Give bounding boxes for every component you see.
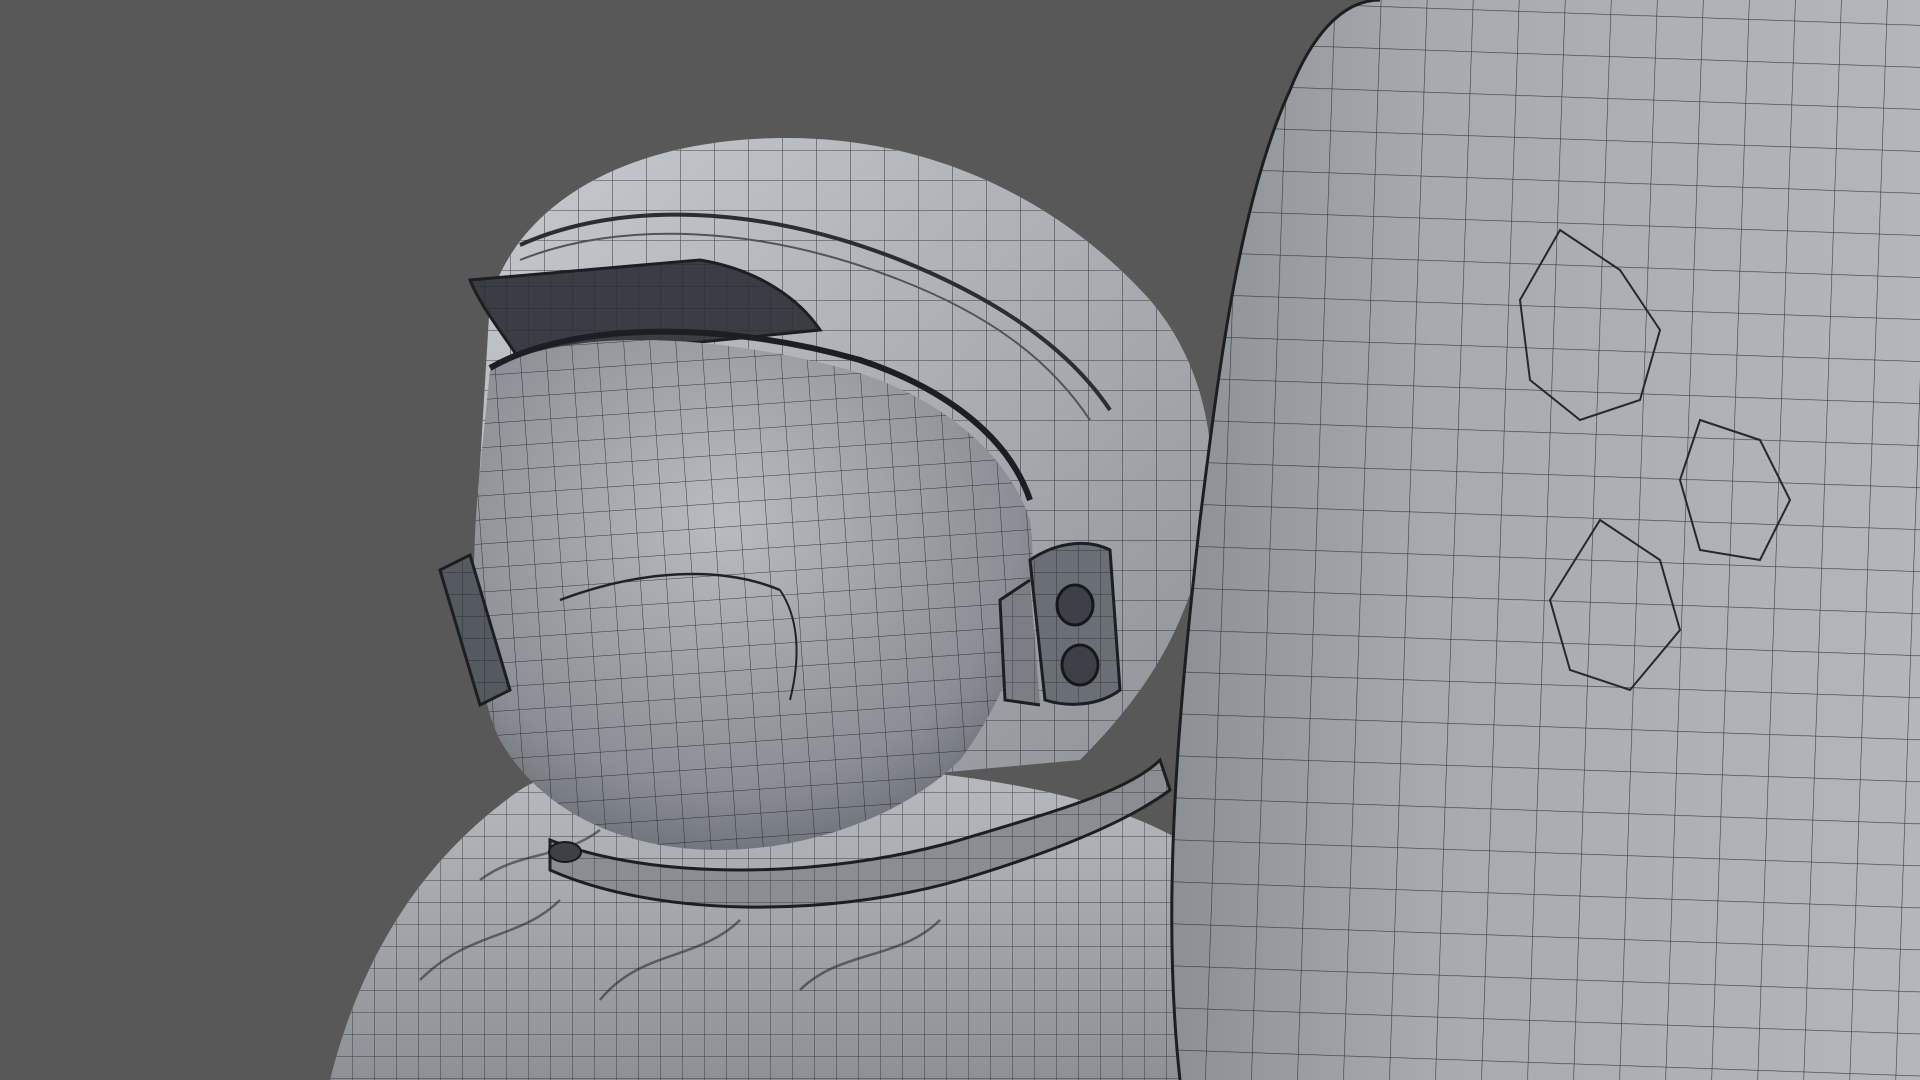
backpack	[1170, 0, 1920, 1080]
wireframe-render-canvas	[0, 0, 1920, 1080]
render-viewport	[0, 0, 1920, 1080]
